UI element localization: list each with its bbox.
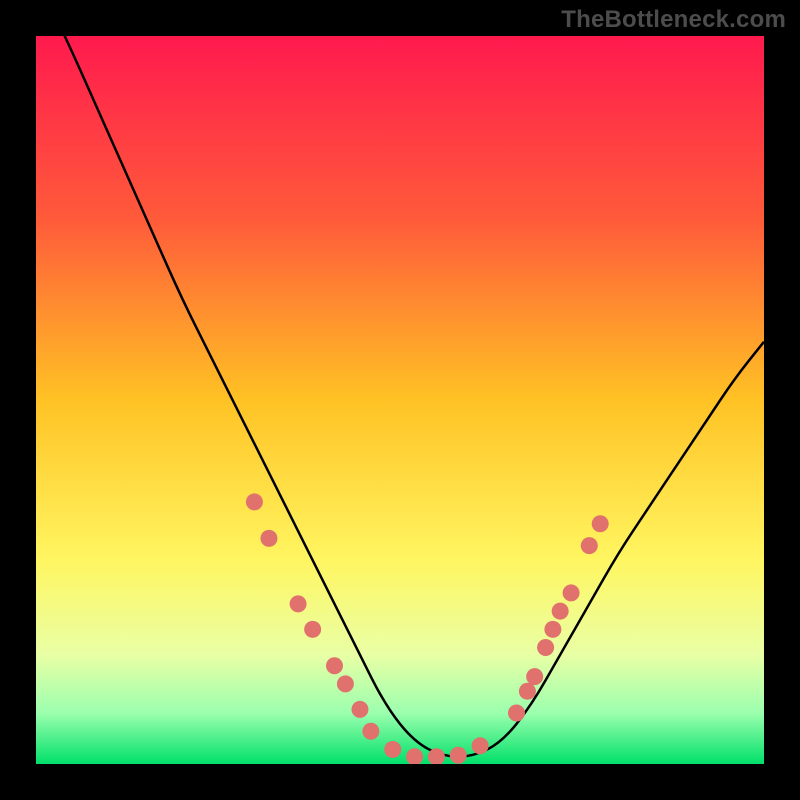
curve-marker (544, 621, 561, 638)
curve-marker (526, 668, 543, 685)
curve-marker (384, 741, 401, 758)
curve-marker (563, 584, 580, 601)
outer-frame: TheBottleneck.com (0, 0, 800, 800)
curve-marker (592, 515, 609, 532)
curve-marker (519, 683, 536, 700)
curve-marker (337, 675, 354, 692)
curve-marker (450, 747, 467, 764)
chart-svg (36, 36, 764, 764)
curve-marker (581, 537, 598, 554)
chart-plot-area (36, 36, 764, 764)
curve-marker (552, 603, 569, 620)
curve-marker (260, 530, 277, 547)
watermark-text: TheBottleneck.com (561, 6, 786, 34)
curve-marker (246, 493, 263, 510)
curve-marker (508, 705, 525, 722)
curve-marker (326, 657, 343, 674)
curve-marker (362, 723, 379, 740)
curve-marker (351, 701, 368, 718)
curve-marker (304, 621, 321, 638)
curve-marker (290, 595, 307, 612)
curve-marker (472, 737, 489, 754)
chart-background (36, 36, 764, 764)
curve-marker (537, 639, 554, 656)
